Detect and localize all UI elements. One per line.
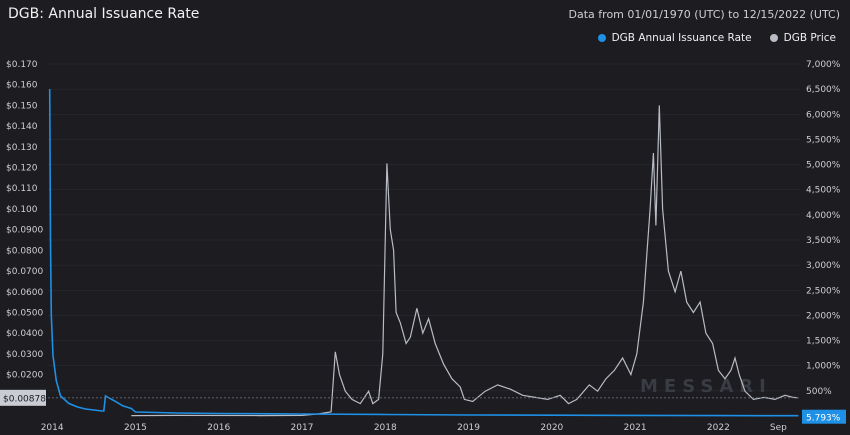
grid	[48, 63, 800, 392]
x-tick: 2020	[540, 423, 563, 433]
y-left-tick: $0.120	[6, 164, 38, 174]
x-tick: Sep	[770, 423, 787, 433]
y-left-tick: $0.130	[6, 143, 38, 153]
y-right-tick: 5,500%	[806, 135, 841, 145]
y-left-tick: $0.150	[6, 101, 38, 111]
current-issuance-label: 5.793%	[806, 414, 841, 424]
y-right-tick: 500%	[806, 387, 832, 397]
y-right-tick: 1,000%	[806, 362, 841, 372]
x-tick: 2016	[207, 423, 230, 433]
y-right-tick: 4,000%	[806, 211, 841, 221]
y-right-tick: 1,500%	[806, 337, 841, 347]
y-right-tick: 6,000%	[806, 110, 841, 120]
y-left-tick: $0.0400	[6, 329, 43, 339]
y-left-tick: $0.0900	[6, 226, 43, 236]
x-tick: 2021	[624, 423, 647, 433]
x-tick: 2015	[124, 423, 147, 433]
x-tick: 2022	[707, 423, 730, 433]
y-left-tick: $0.0500	[6, 308, 43, 318]
x-tick: 2019	[457, 423, 480, 433]
y-axis-left: $0.170 $0.160 $0.150 $0.140 $0.130 $0.120 $0.1…	[6, 60, 43, 381]
chart-plot[interactable]: MESSARI $0.170$0.160$0.150$0.140$0.130$0…	[0, 0, 850, 435]
series-layer	[48, 89, 799, 417]
price-line	[131, 105, 799, 417]
x-axis: 2014 2015 2016 2017 2018 2019 2020 2021 2022 Sep	[41, 423, 787, 433]
y-right-tick: 6,500%	[806, 85, 841, 95]
issuance-line	[48, 89, 799, 417]
y-right-tick: 5,000%	[806, 161, 841, 171]
x-tick: 2017	[291, 423, 314, 433]
watermark: MESSARI	[640, 376, 772, 397]
x-tick: 2014	[41, 423, 64, 433]
current-price-label: $0.00878	[3, 394, 46, 404]
y-left-tick: $0.0600	[6, 288, 43, 298]
y-right-tick: 2,500%	[806, 286, 841, 296]
y-left-tick: $0.160	[6, 81, 38, 91]
y-left-tick: $0.100	[6, 205, 38, 215]
y-left-tick: $0.0200	[6, 371, 43, 381]
y-left-tick: $0.110	[6, 184, 38, 194]
y-left-tick: $0.170	[6, 60, 38, 70]
y-left-tick: $0.0700	[6, 267, 43, 277]
y-right-tick: 4,500%	[806, 186, 841, 196]
y-left-tick: $0.0800	[6, 246, 43, 256]
y-left-tick: $0.0300	[6, 350, 43, 360]
y-left-tick: $0.140	[6, 122, 38, 132]
y-right-tick: 7,000%	[806, 60, 841, 70]
x-tick: 2018	[374, 423, 397, 433]
y-right-tick: 3,500%	[806, 236, 841, 246]
y-axis-right: 7,000% 6,500% 6,000% 5,500% 5,000% 4,500% 4,00…	[806, 60, 841, 397]
y-right-tick: 2,000%	[806, 311, 841, 321]
y-right-tick: 3,000%	[806, 261, 841, 271]
